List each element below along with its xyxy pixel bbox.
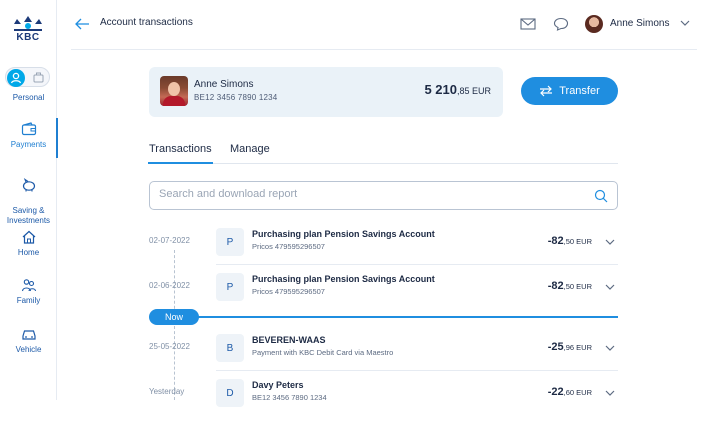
kbc-logo-icon bbox=[14, 16, 42, 31]
car-icon bbox=[21, 330, 36, 340]
amount-integer: -82 bbox=[547, 235, 564, 247]
transaction-row[interactable]: 02-07-2022 P Purchasing plan Pension Sav… bbox=[149, 228, 618, 272]
amount-integer: -82 bbox=[547, 280, 564, 292]
sidebar-item-label: Saving & Investments bbox=[6, 206, 51, 225]
account-iban: BE12 3456 7890 1234 bbox=[194, 93, 278, 102]
sidebar-item-saving-investments[interactable]: Saving & Investments bbox=[0, 168, 57, 226]
balance-decimal: ,85 EUR bbox=[456, 86, 491, 96]
transaction-initial: P bbox=[216, 273, 244, 301]
chevron-down-icon[interactable] bbox=[680, 19, 690, 27]
amount-decimal: ,50 EUR bbox=[563, 282, 592, 291]
wallet-icon bbox=[21, 122, 36, 136]
transaction-initial: P bbox=[216, 228, 244, 256]
expand-chevron-icon[interactable] bbox=[605, 238, 615, 246]
amount-decimal: ,50 EUR bbox=[563, 237, 592, 246]
transaction-subtitle: Pricos 479595296507 bbox=[252, 242, 325, 251]
sidebar-item-payments[interactable]: Payments bbox=[0, 118, 58, 158]
user-avatar[interactable] bbox=[585, 15, 603, 33]
expand-chevron-icon[interactable] bbox=[605, 389, 615, 397]
search-input[interactable] bbox=[159, 188, 579, 200]
sidebar-item-label: Personal bbox=[12, 93, 45, 102]
page-title: Account transactions bbox=[100, 17, 193, 28]
transaction-amount: -82,50 EUR bbox=[548, 235, 592, 247]
back-arrow-icon[interactable] bbox=[74, 17, 90, 31]
transfer-button[interactable]: Transfer bbox=[521, 77, 618, 105]
now-divider bbox=[160, 316, 618, 318]
account-holder-name: Anne Simons bbox=[194, 79, 254, 90]
logo-text: KBC bbox=[16, 32, 40, 43]
personal-business-toggle[interactable] bbox=[5, 67, 50, 87]
amount-integer: -25 bbox=[547, 341, 564, 353]
transaction-amount: -82,50 EUR bbox=[548, 280, 592, 292]
search-icon[interactable] bbox=[594, 189, 608, 203]
account-holder-photo bbox=[160, 76, 188, 106]
mail-icon[interactable] bbox=[520, 17, 536, 31]
row-divider bbox=[216, 370, 618, 371]
top-bar: Account transactions Anne Simons bbox=[57, 0, 711, 50]
transaction-row[interactable]: 02-06-2022 P Purchasing plan Pension Sav… bbox=[149, 273, 618, 317]
transaction-date: Yesterday bbox=[149, 387, 185, 396]
header-divider bbox=[71, 49, 697, 50]
sidebar-item-personal[interactable]: Personal bbox=[0, 93, 57, 103]
transaction-date: 02-07-2022 bbox=[149, 236, 190, 245]
sidebar-item-vehicle[interactable]: Vehicle bbox=[0, 327, 57, 355]
chat-icon[interactable] bbox=[553, 17, 569, 31]
transaction-row[interactable]: Yesterday D Davy Peters BE12 3456 7890 1… bbox=[149, 379, 618, 423]
now-badge: Now bbox=[149, 309, 199, 325]
sidebar-item-label: Home bbox=[17, 248, 40, 257]
transaction-amount: -25,96 EUR bbox=[548, 341, 592, 353]
transaction-date: 02-06-2022 bbox=[149, 281, 190, 290]
amount-integer: -22 bbox=[547, 386, 564, 398]
balance-integer: 5 210 bbox=[424, 82, 457, 97]
person-icon bbox=[7, 69, 25, 87]
house-icon bbox=[22, 230, 35, 244]
transaction-subtitle: BE12 3456 7890 1234 bbox=[252, 393, 327, 402]
sidebar-item-label: Family bbox=[16, 296, 41, 305]
transfer-arrows-icon bbox=[540, 85, 553, 97]
account-card[interactable]: Anne Simons BE12 3456 7890 1234 5 210,85… bbox=[149, 67, 503, 117]
sidebar-item-home[interactable]: Home bbox=[0, 230, 57, 258]
tab-manage[interactable]: Manage bbox=[230, 143, 270, 155]
transaction-amount: -22,60 EUR bbox=[548, 386, 592, 398]
transaction-subtitle: Payment with KBC Debit Card via Maestro bbox=[252, 348, 394, 357]
expand-chevron-icon[interactable] bbox=[605, 283, 615, 291]
tab-transactions[interactable]: Transactions bbox=[148, 143, 213, 164]
kbc-logo[interactable]: KBC bbox=[11, 15, 45, 43]
expand-chevron-icon[interactable] bbox=[605, 344, 615, 352]
user-name[interactable]: Anne Simons bbox=[610, 18, 669, 29]
transaction-initial: B bbox=[216, 334, 244, 362]
transaction-title: Purchasing plan Pension Savings Account bbox=[252, 229, 435, 239]
sidebar-item-family[interactable]: Family bbox=[0, 278, 57, 306]
transaction-row[interactable]: 25-05-2022 B BEVEREN-WAAS Payment with K… bbox=[149, 334, 618, 378]
transfer-label: Transfer bbox=[559, 85, 600, 97]
family-icon bbox=[21, 279, 36, 292]
transaction-title: Davy Peters bbox=[252, 380, 304, 390]
briefcase-icon bbox=[33, 72, 44, 83]
sidebar-item-label: Payments bbox=[10, 140, 47, 149]
transaction-date: 25-05-2022 bbox=[149, 342, 190, 351]
tab-bar: Transactions Manage bbox=[148, 140, 618, 164]
transaction-title: BEVEREN-WAAS bbox=[252, 335, 326, 345]
transaction-initial: D bbox=[216, 379, 244, 407]
search-box bbox=[149, 181, 618, 210]
transaction-title: Purchasing plan Pension Savings Account bbox=[252, 274, 435, 284]
row-divider bbox=[216, 264, 618, 265]
sidebar: KBC Personal Payments Saving & Investmen… bbox=[0, 0, 58, 400]
amount-decimal: ,96 EUR bbox=[563, 343, 592, 352]
account-balance: 5 210,85 EUR bbox=[424, 82, 491, 97]
amount-decimal: ,60 EUR bbox=[563, 388, 592, 397]
piggy-bank-icon bbox=[22, 178, 35, 192]
transaction-subtitle: Pricos 479595296507 bbox=[252, 287, 325, 296]
sidebar-item-label: Vehicle bbox=[15, 345, 42, 354]
